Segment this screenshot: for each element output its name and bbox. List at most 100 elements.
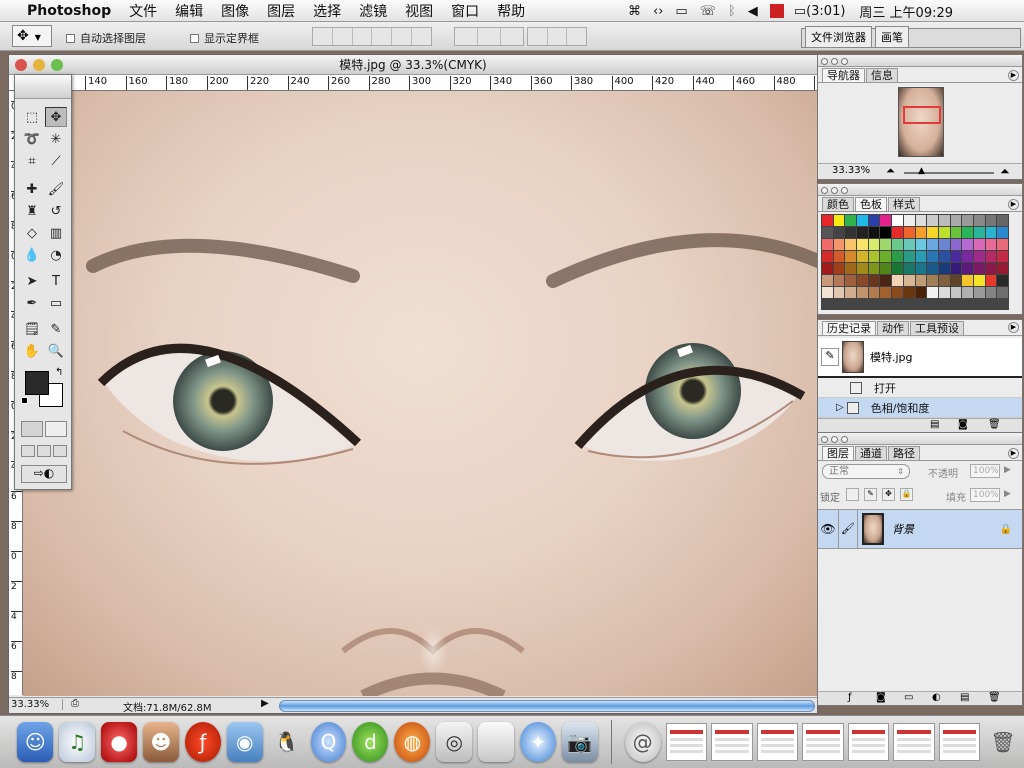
color-swatch[interactable]	[938, 275, 950, 286]
color-swatch[interactable]	[845, 227, 857, 238]
minimized-window-thumbnail[interactable]	[756, 723, 799, 761]
color-swatch[interactable]	[903, 275, 915, 286]
color-swatch[interactable]	[927, 215, 938, 226]
color-swatch[interactable]	[962, 275, 973, 286]
color-swatch[interactable]	[985, 251, 997, 262]
tool-preset-picker[interactable]: ✥ ▼	[12, 25, 52, 47]
color-swatch[interactable]	[973, 251, 985, 262]
color-swatch[interactable]	[938, 227, 950, 238]
brush-link-icon[interactable]: 🖌	[838, 510, 858, 548]
move-tool-icon[interactable]: ✥	[45, 107, 67, 127]
color-swatch[interactable]	[997, 227, 1008, 238]
status-menu-icon[interactable]: ⎙	[71, 698, 79, 709]
color-swatch[interactable]	[833, 227, 845, 238]
menu-clock[interactable]: 周三 上午09:29	[859, 2, 953, 21]
color-swatch[interactable]	[822, 251, 833, 262]
color-swatch[interactable]	[927, 227, 938, 238]
color-swatch[interactable]	[845, 215, 857, 226]
status-arrow-icon[interactable]: ▶	[261, 698, 269, 709]
screen-mode-menubar-button[interactable]	[37, 445, 51, 457]
battery-icon[interactable]: ▭	[794, 4, 806, 19]
gradient-tool-icon[interactable]: ▥	[45, 223, 67, 243]
quicktime-icon[interactable]: Q	[310, 722, 347, 762]
color-swatch[interactable]	[892, 239, 903, 250]
type-tool-icon[interactable]: T	[45, 271, 67, 291]
eye-icon[interactable]: 👁	[818, 522, 838, 536]
safari-icon[interactable]: ✦	[520, 722, 556, 762]
color-swatch[interactable]	[845, 239, 857, 250]
slice-tool-icon[interactable]: ⟋	[45, 151, 67, 171]
zoom-icon[interactable]	[51, 59, 63, 71]
flash-icon[interactable]: ƒ	[184, 722, 221, 762]
itunes-icon[interactable]: ♫	[59, 722, 96, 762]
color-swatch[interactable]	[997, 251, 1008, 262]
color-swatch[interactable]	[962, 227, 973, 238]
color-swatch[interactable]	[938, 287, 950, 298]
magic-wand-tool-icon[interactable]: ✳	[45, 129, 67, 149]
color-swatch[interactable]	[822, 239, 833, 250]
hand-tool-icon[interactable]: ✋	[21, 341, 43, 361]
clone-stamp-tool-icon[interactable]: ♜	[21, 201, 43, 221]
color-swatch[interactable]	[880, 275, 892, 286]
display-icon[interactable]: ▭	[675, 4, 687, 19]
eraser-tool-icon[interactable]: ◇	[21, 223, 43, 243]
color-swatch[interactable]	[833, 215, 845, 226]
tab-color[interactable]: 颜色	[822, 197, 854, 211]
color-swatch[interactable]	[938, 239, 950, 250]
system-preferences-icon[interactable]	[478, 722, 515, 762]
color-swatch[interactable]	[892, 227, 903, 238]
color-swatch[interactable]	[880, 263, 892, 274]
color-swatch[interactable]	[857, 227, 868, 238]
panel-titlebar[interactable]	[818, 433, 1022, 445]
tab-layers[interactable]: 图层	[822, 446, 854, 460]
trash-icon[interactable]: 🗑	[985, 722, 1021, 762]
color-swatch[interactable]	[962, 251, 973, 262]
color-swatch[interactable]	[997, 215, 1008, 226]
color-swatch[interactable]	[880, 227, 892, 238]
layer-row[interactable]: 👁 🖌 背景 🔒	[818, 509, 1022, 549]
palette-well-tab-file-browser[interactable]: 文件浏览器	[805, 26, 872, 47]
trash-icon[interactable]: 🗑	[988, 419, 1001, 430]
color-swatch[interactable]	[938, 215, 950, 226]
code-icon[interactable]: ‹›	[653, 4, 663, 19]
color-swatch[interactable]	[927, 263, 938, 274]
opacity-arrow-icon[interactable]: ▶	[1004, 465, 1011, 475]
lock-position-button[interactable]: ✥	[882, 488, 895, 501]
menu-view[interactable]: 视图	[396, 1, 442, 21]
menu-file[interactable]: 文件	[120, 1, 166, 21]
zoom-readout[interactable]: 33.33%	[11, 699, 63, 710]
color-swatch[interactable]	[868, 251, 880, 262]
color-swatch[interactable]	[985, 215, 997, 226]
color-swatch[interactable]	[962, 263, 973, 274]
lock-image-button[interactable]: ✎	[864, 488, 877, 501]
color-swatch[interactable]	[997, 263, 1008, 274]
layer-mask-icon[interactable]: ◙	[876, 692, 886, 703]
panel-menu-icon[interactable]: ▶	[1008, 199, 1019, 210]
menu-image[interactable]: 图像	[212, 1, 258, 21]
jump-to-imageready-button[interactable]: ⇨◐	[21, 465, 67, 483]
color-swatch[interactable]	[927, 275, 938, 286]
minimized-window-thumbnail[interactable]	[665, 723, 708, 761]
color-swatch[interactable]	[833, 239, 845, 250]
color-swatch[interactable]	[822, 215, 833, 226]
color-swatch[interactable]	[962, 239, 973, 250]
color-swatch[interactable]	[938, 251, 950, 262]
crop-tool-icon[interactable]: ⌗	[21, 151, 43, 171]
photoshop-eye-icon[interactable]: ◉	[226, 722, 263, 762]
show-bounds-checkbox[interactable]: 显示定界框	[190, 30, 259, 46]
color-swatch[interactable]	[915, 251, 927, 262]
menu-edit[interactable]: 编辑	[166, 1, 212, 21]
auto-select-checkbox[interactable]: 自动选择图层	[66, 30, 146, 46]
color-swatch[interactable]	[997, 275, 1008, 286]
photoshop-portrait-icon[interactable]: ☻	[143, 722, 179, 762]
blur-tool-icon[interactable]: 💧	[21, 245, 43, 265]
color-swatch[interactable]	[822, 227, 833, 238]
panel-titlebar[interactable]	[818, 55, 1022, 67]
layer-group-icon[interactable]: ▭	[904, 692, 913, 703]
layer-style-icon[interactable]: ƒ	[848, 692, 852, 703]
color-swatch[interactable]	[868, 215, 880, 226]
horizontal-ruler[interactable]: 140 160 180 200 220 240 260 280 300 320 340 360 380 4…	[9, 75, 817, 91]
color-swatch[interactable]	[857, 251, 868, 262]
fill-arrow-icon[interactable]: ▶	[1004, 489, 1011, 499]
firefox-icon[interactable]: ◍	[394, 722, 431, 762]
